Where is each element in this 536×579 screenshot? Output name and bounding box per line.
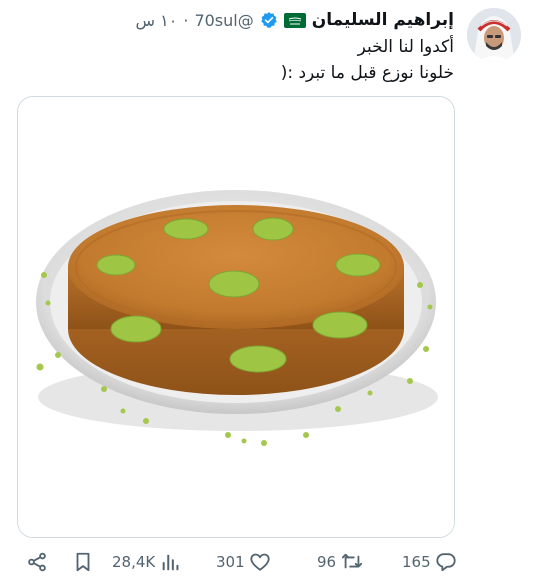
tweet-line-1: أكدوا لنا الخبر (357, 37, 454, 57)
retweet-icon (340, 551, 364, 573)
author-name[interactable]: إبراهيم السليمان (312, 10, 454, 30)
bookmark-icon (73, 551, 93, 573)
reply-button[interactable]: 165 (402, 548, 457, 576)
heart-icon (249, 551, 271, 573)
analytics-icon (159, 551, 181, 573)
replies-count: 165 (402, 553, 431, 571)
reply-icon (435, 551, 457, 573)
tweet-line-2: خلونا نوزع قبل ما تبرد :( (280, 63, 454, 83)
like-button[interactable]: 301 (216, 548, 271, 576)
tweet-time[interactable]: ١٠ س (136, 11, 178, 30)
tweet-media-image[interactable] (17, 96, 455, 538)
share-button[interactable] (26, 548, 48, 576)
likes-count: 301 (216, 553, 245, 571)
author-handle[interactable]: @70sul (194, 11, 253, 30)
verified-badge-icon (260, 11, 278, 29)
retweets-count: 96 (317, 553, 337, 571)
share-icon (26, 551, 48, 573)
tweet-text: أكدوا لنا الخبر خلونا نوزع قبل ما تبرد :… (34, 34, 454, 86)
avatar[interactable] (467, 8, 521, 62)
profile-photo (467, 8, 521, 62)
views-count: 28,4K (112, 553, 156, 571)
retweet-button[interactable]: 96 (317, 548, 364, 576)
kunafa-photo (18, 97, 454, 537)
separator-dot: · (183, 10, 189, 30)
views-button[interactable]: 28,4K (112, 548, 181, 576)
bookmark-button[interactable] (73, 548, 93, 576)
tweet-action-bar: 28,4K 301 96 165 (0, 548, 536, 576)
tweet-header: إبراهيم السليمان @70sul · ١٠ س (136, 8, 454, 32)
saudi-flag-icon (283, 12, 306, 28)
